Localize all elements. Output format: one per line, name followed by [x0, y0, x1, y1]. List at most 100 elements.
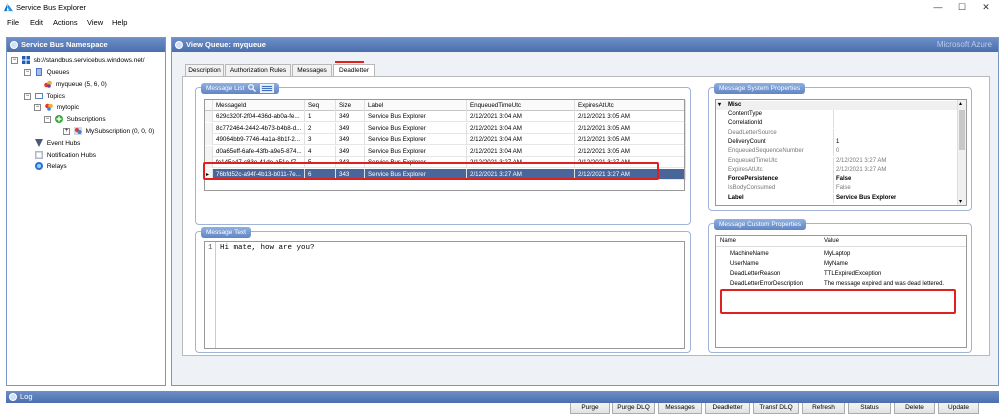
system-property-row[interactable]: ForcePersistence False: [716, 175, 966, 185]
scrollbar-thumb[interactable]: [959, 110, 965, 150]
tree-topics[interactable]: − Topics: [24, 92, 65, 102]
cell-seq: 1: [305, 111, 336, 122]
message-text-editor[interactable]: 1 Hi mate, how are you?: [204, 241, 685, 349]
row-header[interactable]: [205, 122, 213, 134]
system-property-row[interactable]: DeliveryCount 1: [716, 137, 966, 147]
tree-root[interactable]: − sb://standbus.servicebus.windows.net/: [11, 56, 145, 66]
custom-property-row[interactable]: MachineName MyLaptop: [716, 250, 966, 259]
custom-property-name: UserName: [730, 261, 759, 267]
tree-topic-item[interactable]: − mytopic: [34, 103, 79, 113]
system-property-row[interactable]: EnqueuedTimeUtc 2/12/2021 3:27 AM: [716, 156, 966, 166]
property-name: ExpiresAtUtc: [728, 166, 763, 173]
collapse-icon[interactable]: [175, 41, 183, 49]
expand-log-icon[interactable]: [9, 393, 17, 401]
menu-edit[interactable]: Edit: [30, 18, 43, 27]
system-property-row[interactable]: CorrelationId: [716, 119, 966, 129]
scroll-up-icon[interactable]: ▴: [959, 100, 962, 107]
column-label[interactable]: Label: [365, 100, 467, 111]
cell-expiresatutc: 2/12/2021 3:05 AM: [575, 145, 686, 157]
menu-file[interactable]: File: [7, 18, 19, 27]
row-header[interactable]: [205, 111, 213, 122]
cell-enqueuedtimeutc: 2/12/2021 3:04 AM: [467, 122, 575, 134]
property-name: IsBodyConsumed: [728, 185, 776, 192]
properties-scrollbar[interactable]: ▴ ▾: [957, 100, 966, 205]
system-property-row[interactable]: Label Service Bus Explorer: [716, 193, 966, 203]
custom-property-name: DeadLetterErrorDescription: [730, 281, 804, 287]
cell-size: 349: [336, 111, 365, 122]
scroll-down-icon[interactable]: ▾: [959, 198, 962, 205]
system-properties-header: Message System Properties: [714, 83, 806, 94]
topic-icon: [45, 103, 53, 112]
column-value[interactable]: Value: [824, 237, 839, 246]
cell-enqueuedtimeutc: 2/12/2021 3:04 AM: [467, 111, 575, 122]
column-messageid[interactable]: MessageId: [213, 100, 305, 111]
menu-view[interactable]: View: [87, 18, 103, 27]
collapse-icon[interactable]: [10, 41, 18, 49]
category-misc[interactable]: ▾ Misc: [716, 101, 966, 110]
close-icon[interactable]: ✕: [976, 1, 996, 14]
collapse-toggle-icon[interactable]: −: [34, 103, 41, 111]
column-seq[interactable]: Seq: [305, 100, 336, 111]
log-bar[interactable]: Log: [6, 391, 999, 403]
collapse-toggle-icon[interactable]: −: [24, 92, 31, 100]
row-header[interactable]: [205, 145, 213, 157]
category-misc-label: Misc: [728, 102, 742, 108]
message-row[interactable]: 8c772464-2442-4b73-b4b8-d... 2 349 Service …: [205, 122, 686, 134]
system-property-row[interactable]: DeadLetterSource: [716, 128, 966, 138]
tree-relays[interactable]: Relays: [35, 162, 67, 172]
cell-seq: 3: [305, 134, 336, 145]
expand-toggle-icon[interactable]: +: [63, 127, 70, 135]
tree-queues-label: Queues: [46, 69, 70, 76]
collapse-category-icon[interactable]: ▾: [718, 101, 721, 110]
custom-property-row[interactable]: DeadLetterErrorDescription The message ex…: [716, 280, 966, 289]
system-property-row[interactable]: IsBodyConsumed False: [716, 184, 966, 194]
tree-subscriptions[interactable]: − Subscriptions: [44, 115, 106, 125]
cell-enqueuedtimeutc: 2/12/2021 3:04 AM: [467, 134, 575, 145]
column-enqueuedtimeutc[interactable]: EnqueuedTimeUtc: [467, 100, 575, 111]
row-header[interactable]: [205, 134, 213, 145]
namespace-panel: Service Bus Namespace − sb://standbus.se…: [6, 37, 166, 386]
collapse-toggle-icon[interactable]: −: [11, 56, 18, 64]
tab-authorization-rules[interactable]: Authorization Rules: [225, 64, 291, 76]
system-property-row[interactable]: ContentType: [716, 110, 966, 119]
cell-expiresatutc: 2/12/2021 3:05 AM: [575, 111, 686, 122]
property-name: EnqueuedTimeUtc: [728, 157, 778, 164]
search-icon[interactable]: [248, 84, 257, 93]
tab-description[interactable]: Description: [185, 64, 224, 76]
message-list-group: Message List MessageId Seq Size Label En…: [195, 83, 691, 225]
column-expiresatutc[interactable]: ExpiresAtUtc: [575, 100, 686, 111]
cell-seq: 2: [305, 122, 336, 134]
system-property-row[interactable]: EnqueuedSequenceNumber 0: [716, 147, 966, 157]
tree-queues[interactable]: − Queues: [24, 68, 69, 78]
property-value: 2/12/2021 3:27 AM: [836, 157, 887, 164]
line-number: 1: [208, 244, 213, 252]
property-value: 0: [836, 148, 840, 155]
grid-view-icon[interactable]: [259, 83, 275, 94]
tab-messages[interactable]: Messages: [292, 64, 332, 76]
tree-topics-label: Topics: [46, 93, 65, 100]
collapse-toggle-icon[interactable]: −: [44, 115, 51, 123]
subscriptions-icon: [54, 115, 63, 124]
message-row[interactable]: d0a65eff-6afe-43fb-a9e5-874... 4 349 Servic…: [205, 145, 686, 157]
minimize-icon[interactable]: —: [928, 1, 948, 14]
system-property-row[interactable]: ExpiresAtUtc 2/12/2021 3:27 AM: [716, 165, 966, 175]
message-row[interactable]: 49064bb9-7746-4a1a-8b1f-2... 3 349 Service …: [205, 134, 686, 145]
tree-notification-hubs[interactable]: Notification Hubs: [35, 151, 96, 161]
view-queue-panel: View Queue: myqueue Microsoft Azure Desc…: [171, 37, 999, 414]
column-size[interactable]: Size: [336, 100, 365, 111]
custom-property-row[interactable]: DeadLetterReason TTLExpiredException: [716, 270, 966, 279]
tree-event-hubs[interactable]: Event Hubs: [35, 139, 80, 149]
tree-topic-item-label: mytopic: [56, 104, 80, 111]
menu-help[interactable]: Help: [112, 18, 127, 27]
column-name[interactable]: Name: [720, 237, 736, 246]
custom-property-row[interactable]: UserName MyName: [716, 260, 966, 269]
tree-subscription-item[interactable]: + MySubscription (0, 0, 0): [63, 127, 154, 137]
tree-queue-item[interactable]: myqueue (5, 6, 0): [44, 80, 107, 90]
message-row[interactable]: 629c320f-2f04-436d-ab0a-fe... 1 349 Service…: [205, 111, 686, 122]
menu-actions[interactable]: Actions: [53, 18, 78, 27]
message-grid-header: MessageId Seq Size Label EnqueuedTimeUtc…: [205, 100, 686, 111]
cell-size: 349: [336, 145, 365, 157]
azure-logo-icon: [4, 3, 13, 12]
collapse-toggle-icon[interactable]: −: [24, 68, 31, 76]
maximize-icon[interactable]: ☐: [952, 1, 972, 14]
